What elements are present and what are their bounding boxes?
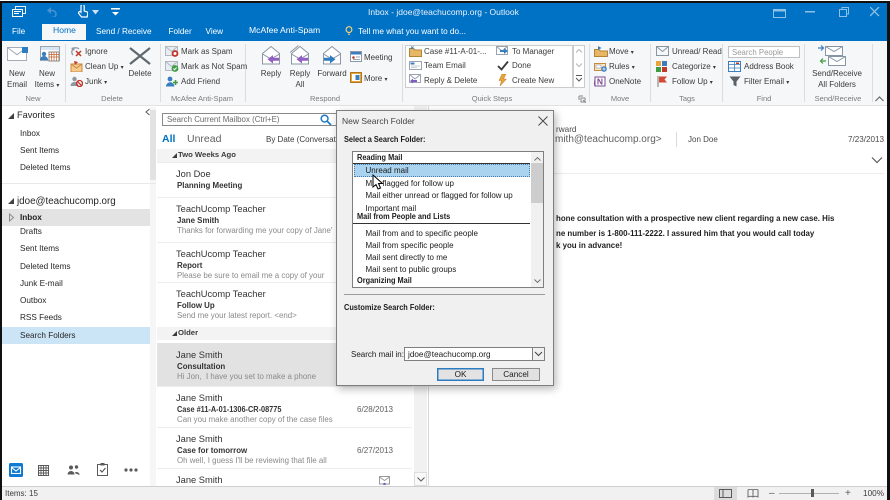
svg-text:N: N xyxy=(597,77,603,87)
